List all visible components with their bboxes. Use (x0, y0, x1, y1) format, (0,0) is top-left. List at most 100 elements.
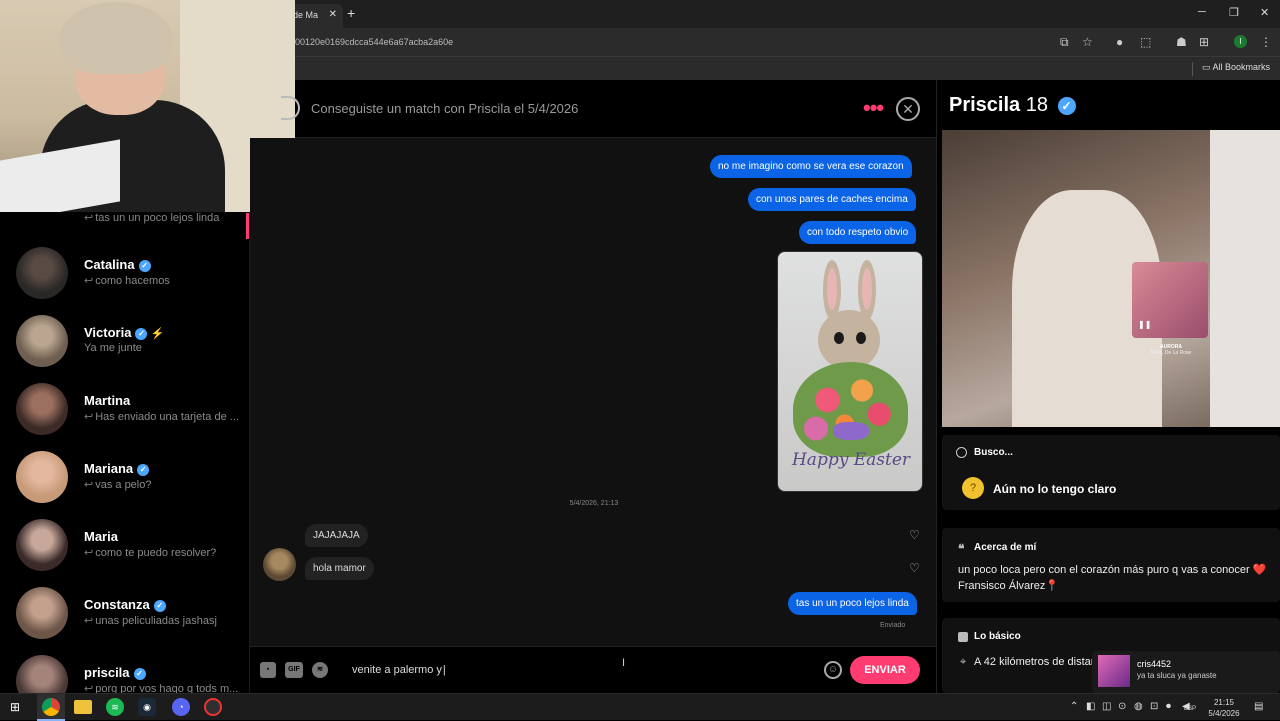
verified-badge-icon: ✓ (138, 260, 151, 272)
all-bookmarks-label: All Bookmarks (1212, 62, 1270, 72)
steam-icon[interactable]: ◉ (138, 698, 156, 716)
conversation-item-priscila[interactable]: priscila ✓ ↩ porq por vos hago q tods m... (0, 655, 246, 693)
tray-app-icon[interactable]: ◍ (1134, 701, 1143, 712)
language-indicator[interactable]: ESP (1184, 706, 1196, 712)
chat-preview: Has enviado una tarjeta de ... (95, 411, 239, 423)
album-art: ❚❚ (1132, 262, 1208, 338)
tray-app-icon[interactable]: ◫ (1102, 701, 1111, 712)
puzzle-icon[interactable]: ⬚ (1140, 35, 1151, 49)
bunny-head (818, 310, 880, 370)
chrome-icon[interactable] (42, 698, 60, 716)
translate-icon[interactable]: ⊞ (1199, 35, 1209, 49)
profile-photo[interactable]: ❚❚ AURORA Mora, De La Rose (942, 130, 1280, 427)
chat-name: Constanza (84, 597, 150, 612)
more-options-icon[interactable]: ••• (863, 95, 884, 121)
discord-icon[interactable]: ◔ (172, 698, 190, 716)
search-icon (956, 447, 967, 458)
pause-icon[interactable]: ❚❚ (1138, 320, 1151, 329)
close-window-icon[interactable]: ✕ (1260, 6, 1269, 19)
bunny-eye-left (834, 332, 844, 344)
message-input[interactable]: venite a palermo y (352, 664, 446, 676)
menu-kebab-icon[interactable]: ⋮ (1260, 35, 1272, 49)
vpn-icon[interactable]: ☗ (1176, 35, 1187, 49)
easter-image-message[interactable]: Happy Easter (777, 251, 923, 492)
verified-badge-icon: ✓ (137, 464, 150, 476)
microphone-icon[interactable]: ⏺ (1166, 701, 1171, 712)
bookmark-star-icon[interactable]: ☆ (1082, 35, 1093, 49)
bookmark-divider (1192, 62, 1193, 76)
list-item-partial[interactable]: ↩ tas un un poco lejos linda (0, 212, 246, 232)
message-in: hola mamor (305, 557, 374, 580)
message-out: con todo respeto obvio (799, 221, 917, 244)
webcam-desk (0, 139, 120, 212)
conversation-item-maria[interactable]: Maria ↩ como te puedo resolver? (0, 519, 246, 587)
message-out: tas un un poco lejos linda (788, 592, 917, 615)
new-tab-icon[interactable]: + (347, 5, 355, 21)
anthem-card[interactable]: ❚❚ AURORA Mora, De La Rose (1132, 262, 1210, 374)
all-bookmarks-button[interactable]: ▭ All Bookmarks (1202, 62, 1270, 73)
chat-preview: como hacemos (95, 275, 170, 287)
gif-icon[interactable]: GIF (285, 662, 303, 678)
chat-preview: unas peliculiadas jashasj (95, 615, 217, 627)
reply-icon: ↩ (84, 683, 94, 693)
install-app-icon[interactable]: ⧉ (1060, 35, 1069, 50)
message-in: JAJAJAJA (305, 524, 368, 547)
chat-preview: porq por vos hago q tods m... (95, 683, 239, 693)
sender-avatar[interactable] (263, 548, 296, 581)
url-field[interactable]: 00120e0169cdcca544e6a67acba2a60e (295, 37, 453, 47)
distance-text: A 42 kilómetros de distancia (974, 656, 1111, 668)
profile-heading: Priscila 18 ✓ (949, 94, 1076, 117)
obs-icon[interactable] (204, 698, 222, 716)
text-cursor-icon: I (622, 657, 626, 669)
system-clock[interactable]: 21:15 5/4/2026 (1200, 697, 1248, 719)
spotify-icon[interactable]: ≋ (312, 662, 328, 678)
reply-icon: ↩ (84, 212, 94, 224)
contact-card-icon[interactable]: ▪ (260, 662, 276, 678)
conversation-item-victoria[interactable]: Victoria ✓ ⚡ Ya me junte (0, 315, 246, 383)
tray-app-icon[interactable]: ⊙ (1118, 701, 1126, 712)
message-out: con unos pares de caches encima (748, 188, 916, 211)
avatar (16, 315, 68, 367)
looking-for-section: Busco... ? Aún no lo tengo claro (942, 435, 1280, 510)
conversation-item-martina[interactable]: Martina ↩ Has enviado una tarjeta de ... (0, 383, 246, 451)
notifications-icon[interactable]: ▤ (1254, 701, 1263, 712)
tab-title: de Ma (293, 10, 319, 20)
message-timestamp: 5/4/2026, 21:13 (569, 500, 619, 507)
avatar (16, 451, 68, 503)
chat-preview: como te puedo resolver? (95, 547, 217, 559)
reply-icon: ↩ (84, 275, 94, 287)
emoji-picker-icon[interactable]: ☺ (824, 661, 842, 679)
windows-start-icon[interactable]: ⊞ (6, 698, 24, 716)
minimize-icon[interactable]: ─ (1198, 6, 1206, 18)
conversation-item-constanza[interactable]: Constanza ✓ ↩ unas peliculiadas jashasj (0, 587, 246, 655)
bunny-ear-right (858, 260, 876, 320)
like-heart-icon[interactable]: ♡ (909, 528, 920, 542)
chat-name: Mariana (84, 461, 134, 476)
close-tab-icon[interactable]: ✕ (329, 9, 337, 20)
conversation-item-catalina[interactable]: Catalina ✓ ↩ como hacemos (0, 247, 246, 315)
purple-bow (833, 422, 869, 440)
restore-icon[interactable]: ❐ (1229, 6, 1239, 19)
chat-name: Maria (84, 529, 118, 544)
chat-header: Conseguiste un match con Priscila el 5/4… (281, 80, 936, 138)
network-icon[interactable]: ⊡ (1150, 701, 1158, 712)
tray-chevron-icon[interactable]: ⌃ (1070, 701, 1078, 712)
profile-avatar[interactable]: l (1234, 35, 1247, 48)
spotify-taskbar-icon[interactable]: ≋ (106, 698, 124, 716)
alert-username: cris4452 (1137, 659, 1172, 669)
about-label: Acerca de mí (974, 542, 1037, 553)
confused-face-icon: ? (962, 477, 984, 499)
location-pin-icon: ⌖ (960, 656, 967, 668)
extension-icon[interactable]: ● (1116, 35, 1123, 49)
image-caption: Happy Easter (791, 450, 911, 470)
conversation-item-mariana[interactable]: Mariana ✓ ↩ vas a pelo? (0, 451, 246, 519)
avatar (16, 247, 68, 299)
file-explorer-icon[interactable] (74, 700, 92, 714)
tray-app-icon[interactable]: ◧ (1086, 701, 1095, 712)
like-heart-icon[interactable]: ♡ (909, 561, 920, 575)
verified-badge-icon: ✓ (133, 668, 146, 680)
about-section: ❝ Acerca de mí un poco loca pero con el … (942, 528, 1280, 602)
close-chat-button[interactable]: ✕ (896, 97, 920, 121)
send-button[interactable]: ENVIAR (850, 656, 920, 684)
webcam-person-hair (60, 2, 172, 74)
